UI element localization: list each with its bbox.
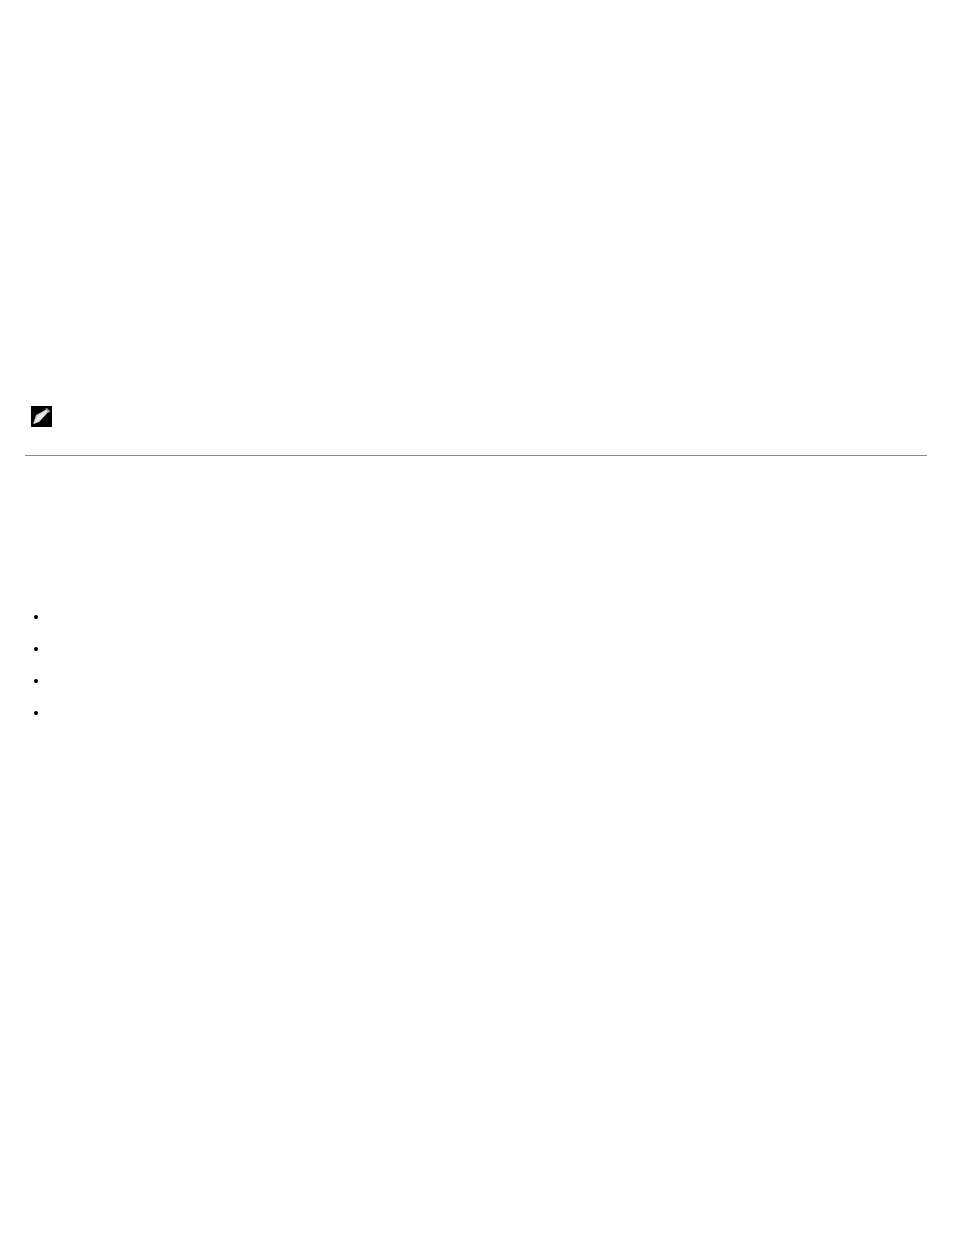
horizontal-divider [25, 455, 927, 456]
note-pencil-icon [31, 406, 52, 427]
